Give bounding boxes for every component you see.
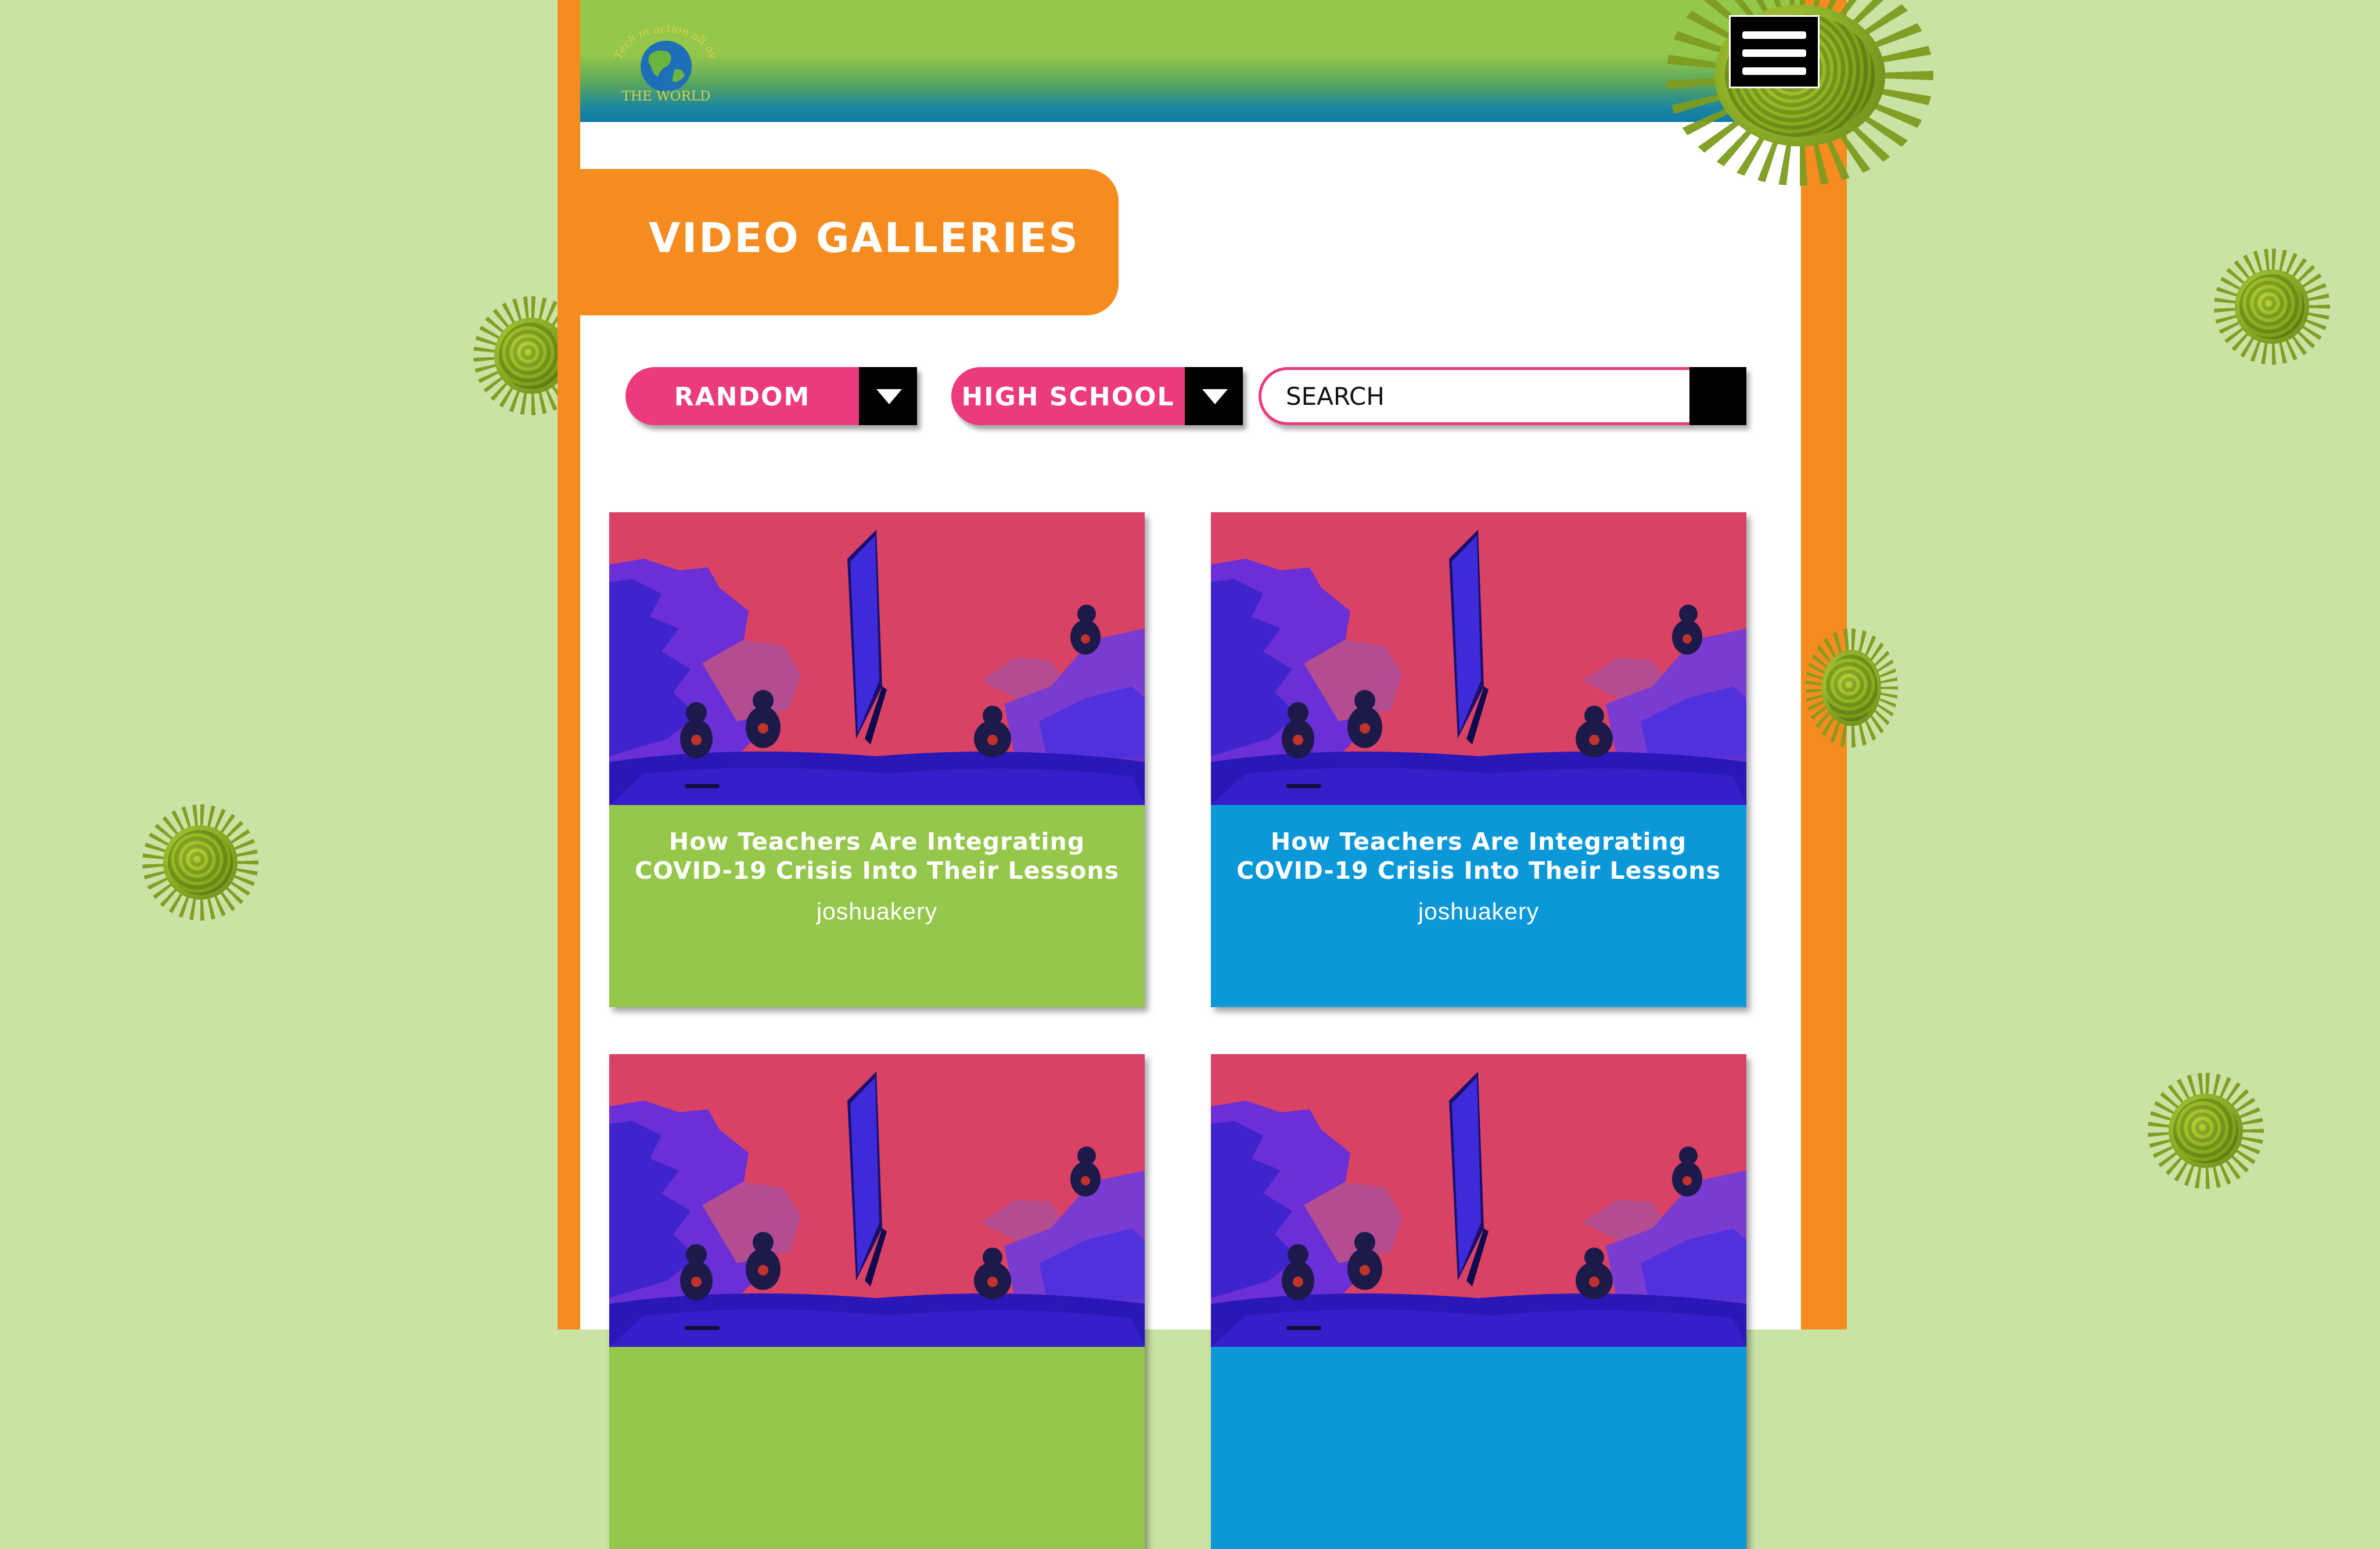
sort-dropdown-label: RANDOM [674, 382, 811, 412]
video-author: joshuakery [1418, 898, 1540, 925]
site-header: Tech in action all over THE WORLD [580, 0, 1933, 186]
hamburger-menu-icon[interactable] [1729, 15, 1820, 88]
video-author: joshuakery [816, 898, 938, 925]
logo-name: THE WORLD [621, 89, 710, 104]
video-card[interactable]: How Teachers Are Integrating COVID-19 Cr… [1211, 512, 1746, 1007]
virus-decoration-icon [2148, 1073, 2264, 1189]
globe-logo[interactable]: Tech in action all over THE WORLD [609, 19, 722, 106]
video-card-body [609, 1347, 1145, 1549]
page-title: VIDEO GALLERIES [649, 214, 1080, 262]
level-dropdown[interactable]: HIGH SCHOOL [951, 367, 1243, 425]
virus-decoration-icon [2214, 249, 2330, 365]
video-card-body: How Teachers Are Integrating COVID-19 Cr… [609, 805, 1145, 1007]
virus-decoration-icon [1805, 628, 1898, 747]
video-card[interactable]: How Teachers Are Integrating COVID-19 Cr… [609, 512, 1145, 1007]
video-thumbnail[interactable] [609, 1054, 1145, 1347]
level-dropdown-toggle[interactable] [1185, 367, 1243, 425]
video-card[interactable] [609, 1054, 1145, 1549]
caret-down-icon [876, 389, 902, 404]
video-card[interactable] [1211, 1054, 1746, 1549]
video-thumbnail[interactable] [1211, 512, 1746, 805]
sort-dropdown[interactable]: RANDOM [625, 367, 917, 425]
video-title[interactable]: How Teachers Are Integrating COVID-19 Cr… [632, 827, 1121, 885]
sort-dropdown-toggle[interactable] [859, 367, 917, 425]
video-thumbnail[interactable] [1211, 1054, 1746, 1347]
search-button[interactable] [1689, 367, 1746, 425]
search-input[interactable] [1259, 367, 1689, 425]
caret-down-icon [1202, 389, 1228, 404]
page-title-tab: VIDEO GALLERIES [580, 169, 1119, 315]
virus-decoration-icon [142, 804, 258, 921]
content-panel: Tech in action all over THE WORLD VIDEO … [580, 0, 1933, 1549]
video-card-body: How Teachers Are Integrating COVID-19 Cr… [1211, 805, 1746, 1007]
video-card-body [1211, 1347, 1746, 1549]
level-dropdown-label: HIGH SCHOOL [961, 382, 1175, 412]
page-frame: Tech in action all over THE WORLD VIDEO … [558, 0, 1933, 1549]
video-thumbnail[interactable] [609, 512, 1145, 805]
search-bar [1259, 367, 1746, 425]
video-title[interactable]: How Teachers Are Integrating COVID-19 Cr… [1234, 827, 1723, 885]
